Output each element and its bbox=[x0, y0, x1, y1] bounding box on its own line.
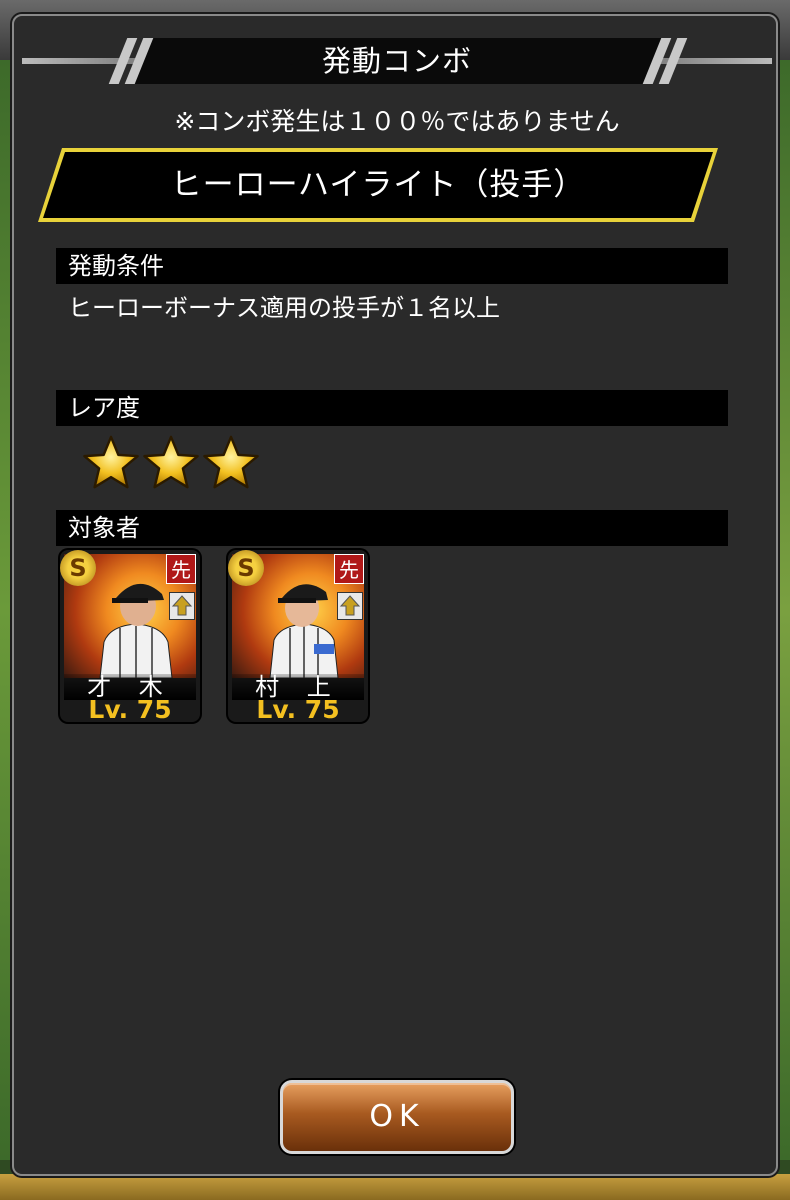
player-level: Lv. 75 bbox=[88, 695, 172, 722]
star-icon bbox=[142, 434, 200, 492]
player-level: Lv. 75 bbox=[256, 695, 340, 722]
upgrade-arrow-icon bbox=[169, 592, 195, 620]
star-icon bbox=[82, 434, 140, 492]
combo-probability-note: ※コンボ発生は１００％ではありません bbox=[174, 107, 620, 136]
background-right-edge bbox=[776, 60, 790, 1160]
background-bottom-bar bbox=[0, 1174, 790, 1200]
condition-text: ヒーローボーナス適用の投手が１名以上 bbox=[68, 294, 500, 322]
upgrade-arrow-icon bbox=[337, 592, 363, 620]
combo-name: ヒーローハイライト（投手） bbox=[170, 167, 586, 203]
dialog-title: 発動コンボ bbox=[321, 44, 472, 78]
rarity-stars bbox=[82, 434, 262, 494]
combo-name-box: ヒーローハイライト（投手） bbox=[38, 148, 718, 222]
player-silhouette-icon bbox=[269, 584, 339, 678]
player-card[interactable]: S 先 才 木 Lv. 75 bbox=[60, 550, 200, 722]
player-silhouette-icon bbox=[99, 583, 173, 678]
rank-badge: S bbox=[228, 550, 264, 586]
position-badge: 先 bbox=[166, 554, 196, 584]
section-header-rarity: レア度 bbox=[56, 390, 728, 426]
rank-badge: S bbox=[60, 550, 96, 586]
ok-button[interactable]: OK bbox=[280, 1080, 514, 1154]
combo-dialog: 発動コンボ ※コンボ発生は１００％ではありません ヒーローハイライト（投手） 発… bbox=[12, 14, 778, 1176]
section-header-targets: 対象者 bbox=[56, 510, 728, 546]
star-icon bbox=[202, 434, 260, 492]
dialog-header: 発動コンボ bbox=[22, 38, 772, 84]
section-header-condition: 発動条件 bbox=[56, 248, 728, 284]
position-badge: 先 bbox=[334, 554, 364, 584]
player-card[interactable]: S 先 村 上 Lv. 75 bbox=[228, 550, 368, 722]
